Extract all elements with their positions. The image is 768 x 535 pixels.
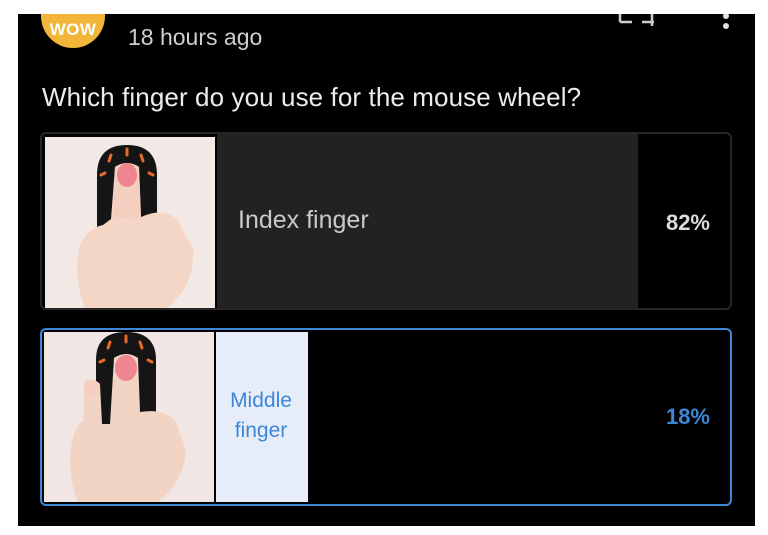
badge-label: WOW [49, 20, 97, 39]
poll-option-middle-finger[interactable]: Middle finger 18% [40, 328, 732, 506]
option-label: Middle finger [230, 389, 292, 442]
hand-on-mouse-index-image [45, 137, 215, 308]
option-percent: 82% [665, 210, 710, 235]
post-timestamp: 18 hours ago [128, 24, 263, 50]
poll-question: Which finger do you use for the mouse wh… [42, 82, 582, 112]
poll-option-index-finger[interactable]: Index finger 82% [40, 132, 732, 310]
more-vertical-icon[interactable] [719, 14, 733, 30]
post-card: WOW 18 hours ago Which finger do you use… [18, 14, 755, 526]
option-percent: 18% [665, 404, 710, 429]
hand-on-mouse-middle-image [44, 332, 214, 502]
share-icon[interactable] [618, 14, 656, 26]
option-label: Index finger [238, 206, 369, 234]
wow-badge: WOW [41, 14, 105, 48]
